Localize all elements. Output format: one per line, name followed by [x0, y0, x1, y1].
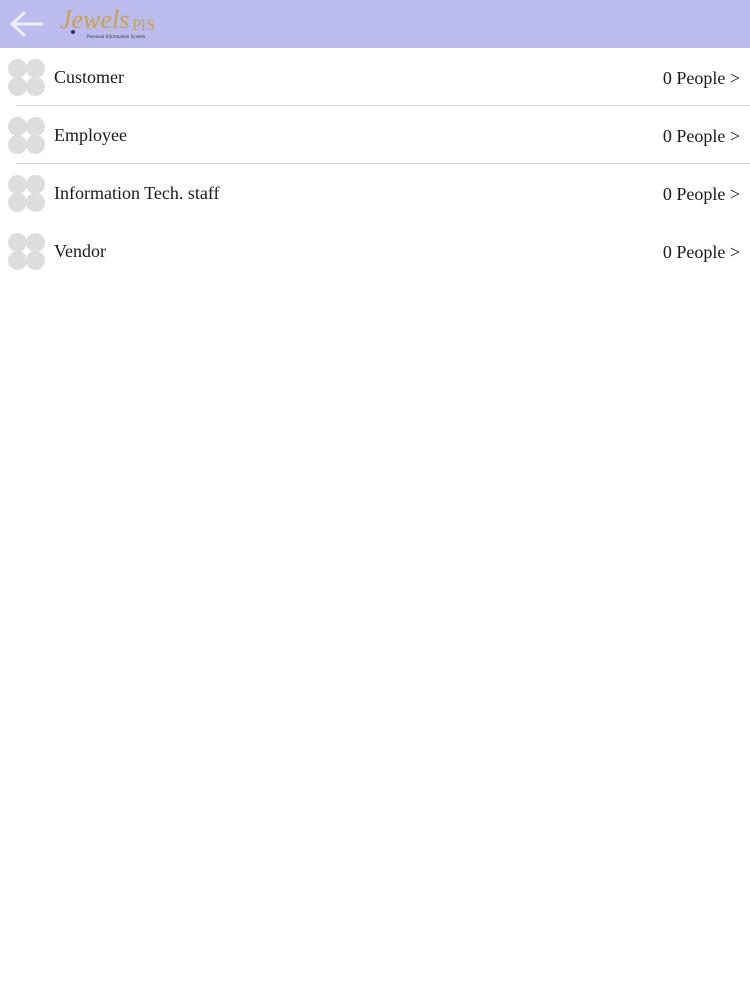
group-label: Customer — [54, 67, 124, 87]
group-row-it-staff[interactable]: Information Tech. staff 0 People > — [0, 164, 750, 222]
app-header: Jewels PIS Personal Information System — [0, 0, 750, 48]
group-icon — [8, 233, 46, 271]
group-count: 0 People > — [662, 68, 740, 88]
group-label: Information Tech. staff — [54, 183, 220, 203]
group-row-employee[interactable]: Employee 0 People > — [0, 106, 750, 164]
group-row-customer[interactable]: Customer 0 People > — [0, 48, 750, 106]
group-icon — [8, 175, 46, 213]
group-count: 0 People > — [662, 126, 740, 146]
group-label: Vendor — [54, 241, 106, 261]
app-logo: Jewels PIS Personal Information System — [60, 5, 155, 40]
back-arrow-icon — [10, 11, 44, 37]
group-icon — [8, 117, 46, 155]
group-row-vendor[interactable]: Vendor 0 People > — [0, 222, 750, 280]
logo-tagline: Personal Information System — [87, 35, 145, 40]
group-count: 0 People > — [662, 242, 740, 262]
logo-wordmark: Jewels — [60, 5, 129, 34]
logo-suffix: PIS — [132, 17, 155, 34]
group-count: 0 People > — [662, 184, 740, 204]
group-icon — [8, 59, 46, 97]
group-list: Customer 0 People > Employee 0 People > … — [0, 48, 750, 280]
back-button[interactable] — [8, 8, 46, 40]
group-label: Employee — [54, 125, 127, 145]
